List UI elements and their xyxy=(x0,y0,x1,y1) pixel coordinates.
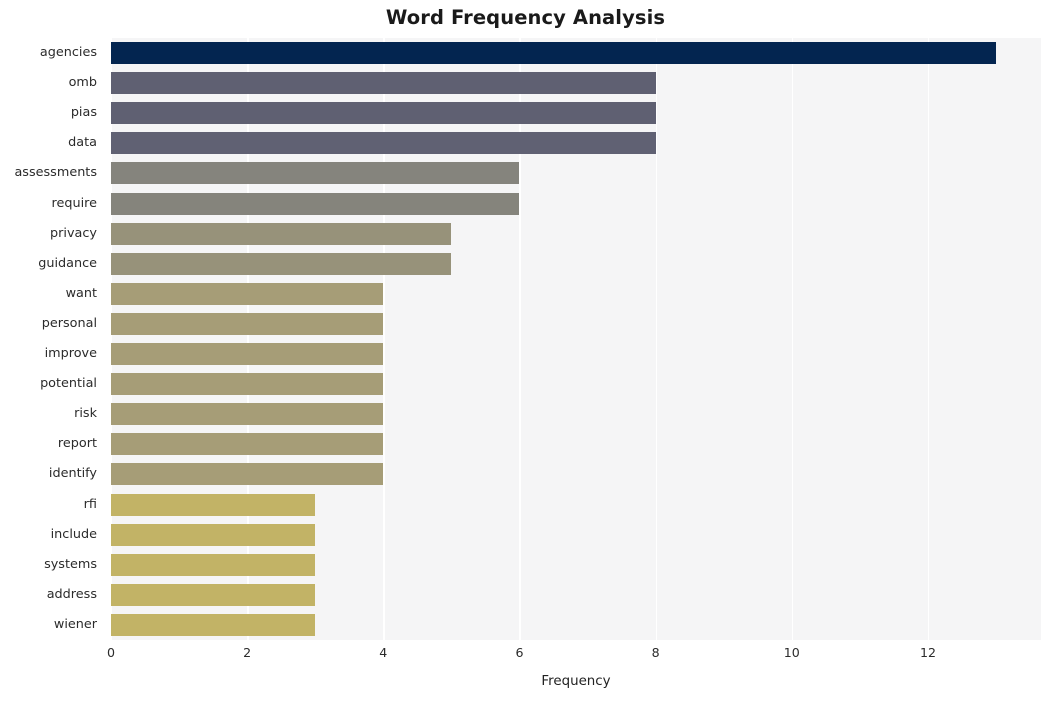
bar-personal xyxy=(111,312,384,335)
bar-report xyxy=(111,433,384,456)
y-tick-label-potential: potential xyxy=(40,376,97,392)
x-tick-label-6: 6 xyxy=(515,645,524,660)
y-tick-label-privacy: privacy xyxy=(50,225,97,241)
x-tick-label-8: 8 xyxy=(651,645,660,660)
y-tick-label-agencies: agencies xyxy=(39,45,97,61)
x-tick-label-10: 10 xyxy=(783,645,800,660)
y-tick-label-pias: pias xyxy=(70,105,97,121)
x-axis-label: Frequency xyxy=(541,674,611,689)
y-tick-label-omb: omb xyxy=(68,75,97,91)
x-tick-label-12: 12 xyxy=(919,645,936,660)
x-axis-tick-labels: 0 2 4 6 8 10 12 xyxy=(107,645,1041,665)
y-tick-label-address: address xyxy=(46,586,97,602)
x-tick-label-0: 0 xyxy=(106,645,116,660)
y-axis-tick-labels: agencies omb pias data assessments require pri… xyxy=(0,38,105,640)
y-tick-label-guidance: guidance xyxy=(38,255,97,271)
y-tick-label-want: want xyxy=(65,285,97,301)
bar-assessments xyxy=(111,162,520,185)
bar-systems xyxy=(111,553,316,576)
y-tick-label-data: data xyxy=(68,135,97,151)
chart-title: Word Frequency Analysis xyxy=(385,6,666,29)
bar-address xyxy=(111,583,316,606)
y-tick-label-report: report xyxy=(57,436,97,452)
bars-group xyxy=(111,38,1041,640)
x-tick-label-4: 4 xyxy=(379,645,388,660)
bar-improve xyxy=(111,343,384,366)
bar-potential xyxy=(111,373,384,396)
y-tick-label-personal: personal xyxy=(41,315,97,331)
plot-area xyxy=(111,38,1041,640)
bar-omb xyxy=(111,72,656,95)
y-tick-label-include: include xyxy=(50,526,97,542)
bar-data xyxy=(111,132,656,155)
x-tick-label-2: 2 xyxy=(243,645,252,660)
bar-include xyxy=(111,523,316,546)
y-tick-label-improve: improve xyxy=(44,346,97,362)
bar-require xyxy=(111,192,520,215)
y-tick-label-assessments: assessments xyxy=(14,165,97,181)
bar-identify xyxy=(111,463,384,486)
bar-agencies xyxy=(111,42,997,65)
figure-canvas: Word Frequency Analysis agencies omb pias d… xyxy=(0,0,1051,701)
y-tick-label-rfi: rfi xyxy=(83,496,97,512)
y-tick-label-systems: systems xyxy=(44,556,97,572)
bar-risk xyxy=(111,403,384,426)
y-tick-label-wiener: wiener xyxy=(53,616,97,632)
bar-want xyxy=(111,282,384,305)
bar-pias xyxy=(111,102,656,125)
bar-privacy xyxy=(111,222,452,245)
y-tick-label-require: require xyxy=(51,195,98,211)
bar-guidance xyxy=(111,252,452,275)
bar-rfi xyxy=(111,493,316,516)
y-tick-label-identify: identify xyxy=(48,466,97,482)
y-tick-label-risk: risk xyxy=(74,406,97,422)
bar-wiener xyxy=(111,613,316,636)
